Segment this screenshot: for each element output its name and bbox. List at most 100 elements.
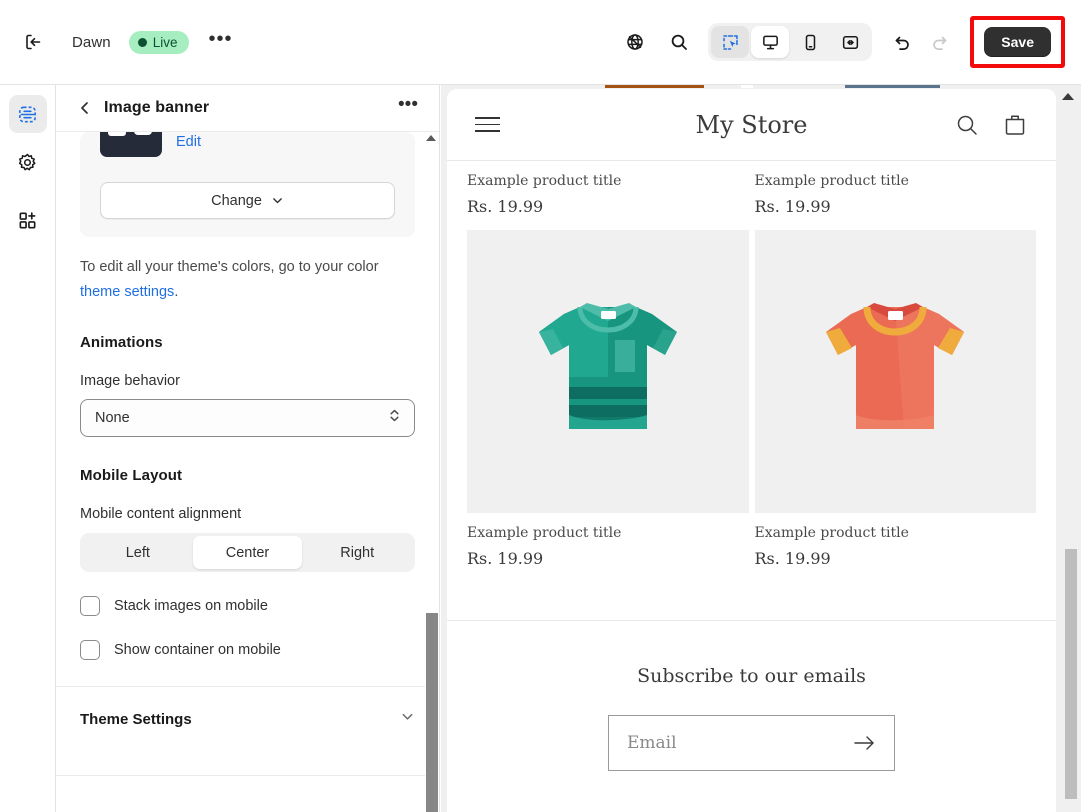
product-card-image[interactable] <box>467 230 749 513</box>
view-tools <box>618 25 696 59</box>
theme-more-button[interactable]: ••• <box>205 26 237 58</box>
product-image-grid <box>447 220 1056 513</box>
product-title: Example product title <box>467 173 622 189</box>
search-icon[interactable] <box>662 25 696 59</box>
alignment-option-center[interactable]: Center <box>192 536 303 570</box>
preview-tab-gap <box>741 85 753 88</box>
panel-content: Edit Change To edit all your theme's col… <box>56 132 439 661</box>
redo-icon <box>922 25 956 59</box>
sidebar-item-theme-settings[interactable] <box>9 143 47 181</box>
newsletter-title: Subscribe to our emails <box>637 665 866 687</box>
top-toolbar: Dawn Live ••• Save <box>0 0 1081 85</box>
show-container-checkbox[interactable] <box>80 640 100 661</box>
panel-more-button[interactable]: ••• <box>393 93 423 123</box>
product-text-row-bottom: Example product title Rs. 19.99 Example … <box>447 513 1056 572</box>
panel-header: Image banner ••• <box>56 85 439 132</box>
storefront-header: My Store <box>447 89 1056 161</box>
color-scheme-row: Edit <box>100 132 395 166</box>
search-icon[interactable] <box>954 112 980 138</box>
panel-scroll-area[interactable]: Edit Change To edit all your theme's col… <box>56 132 439 812</box>
animations-section-title: Animations <box>80 334 163 352</box>
email-field[interactable] <box>627 733 853 753</box>
storefront-frame: My Store Example product title Rs. 19.99… <box>447 89 1056 812</box>
sidebar-item-apps[interactable] <box>9 201 47 239</box>
alignment-option-left[interactable]: Left <box>83 536 193 569</box>
history-controls <box>886 25 956 59</box>
status-badge: Live <box>128 30 189 54</box>
device-preview-group <box>708 23 873 61</box>
stack-images-checkbox[interactable] <box>80 596 100 617</box>
store-preview: My Store Example product title Rs. 19.99… <box>441 85 1081 812</box>
storefront-header-actions <box>954 112 1028 138</box>
helper-text-before: To edit all your theme's colors, go to y… <box>80 259 379 275</box>
show-container-label: Show container on mobile <box>114 642 281 659</box>
chevron-down-icon <box>400 709 415 729</box>
change-color-scheme-button[interactable]: Change <box>100 182 395 219</box>
swatch-pill-primary <box>108 132 126 136</box>
product-title: Example product title <box>754 525 909 541</box>
mobile-icon[interactable] <box>791 26 829 58</box>
undo-icon[interactable] <box>886 25 920 59</box>
theme-settings-link[interactable]: theme settings <box>80 284 174 300</box>
shopping-bag-icon[interactable] <box>1002 112 1028 138</box>
save-button[interactable]: Save <box>984 27 1051 57</box>
swatch-pill-secondary <box>134 132 152 135</box>
exit-icon[interactable] <box>16 25 50 59</box>
sidebar-scrollbar-thumb[interactable] <box>426 613 438 812</box>
product-title: Example product title <box>754 173 909 189</box>
arrow-right-icon[interactable] <box>853 734 876 752</box>
coral-tshirt-icon <box>826 302 965 429</box>
settings-sidebar: Image banner ••• Edit Change To edit all… <box>56 85 440 812</box>
image-behavior-select[interactable]: None <box>80 399 415 438</box>
status-badge-label: Live <box>152 34 178 50</box>
scroll-up-arrow-icon[interactable] <box>1062 93 1074 100</box>
image-behavior-select-wrap: None <box>80 399 415 438</box>
preview-scrollbar-thumb[interactable] <box>1065 549 1077 799</box>
mobile-alignment-segmented: Left Center Right <box>80 533 415 573</box>
product-price: Rs. 19.99 <box>467 197 544 216</box>
product-card-text[interactable]: Example product title Rs. 19.99 <box>755 525 1037 568</box>
sidebar-scrollbar-track[interactable] <box>425 132 439 812</box>
helper-text-after: . <box>174 283 179 300</box>
product-text-row-top: Example product title Rs. 19.99 Example … <box>447 161 1056 220</box>
preview-scrollbar-track[interactable] <box>1061 85 1081 812</box>
product-price: Rs. 19.99 <box>754 549 831 568</box>
sidebar-item-sections[interactable] <box>8 95 47 133</box>
stack-images-checkbox-row[interactable]: Stack images on mobile <box>80 596 415 617</box>
globe-icon[interactable] <box>618 25 652 59</box>
newsletter-form <box>608 715 895 771</box>
mobile-alignment-label: Mobile content alignment <box>80 506 242 523</box>
top-toolbar-right: Save <box>618 16 1081 68</box>
product-card-text[interactable]: Example product title Rs. 19.99 <box>467 525 749 568</box>
theme-settings-accordion[interactable]: Theme Settings <box>56 687 439 749</box>
hamburger-menu-icon[interactable] <box>475 117 500 132</box>
product-title: Example product title <box>467 525 622 541</box>
stack-images-label: Stack images on mobile <box>114 598 268 615</box>
product-price: Rs. 19.99 <box>754 197 831 216</box>
preview-tab-underline-blue <box>845 85 940 88</box>
product-card-text[interactable]: Example product title Rs. 19.99 <box>755 173 1037 216</box>
teal-tshirt-icon <box>538 302 677 429</box>
theme-name: Dawn <box>72 33 111 51</box>
show-container-checkbox-row[interactable]: Show container on mobile <box>80 640 415 661</box>
mobile-layout-section-title: Mobile Layout <box>80 467 183 485</box>
fullwidth-icon[interactable] <box>831 26 869 58</box>
product-card-text[interactable]: Example product title Rs. 19.99 <box>467 173 749 216</box>
product-price: Rs. 19.99 <box>467 549 544 568</box>
color-helper-text: To edit all your theme's colors, go to y… <box>80 255 415 304</box>
product-card-image[interactable] <box>754 230 1036 513</box>
select-tool-icon[interactable] <box>711 26 750 58</box>
edit-color-scheme-link[interactable]: Edit <box>176 134 201 150</box>
preview-tab-underline-orange <box>605 85 704 88</box>
scroll-up-arrow-icon[interactable] <box>426 135 436 141</box>
chevron-left-icon[interactable] <box>74 97 96 119</box>
left-icon-rail <box>0 85 56 812</box>
page-title: Image banner <box>104 99 210 116</box>
alignment-option-right[interactable]: Right <box>302 536 412 569</box>
chevron-down-icon <box>273 198 282 204</box>
status-dot-icon <box>137 37 147 47</box>
image-behavior-label: Image behavior <box>80 373 180 390</box>
desktop-icon[interactable] <box>751 26 790 58</box>
color-scheme-card: Edit Change <box>80 132 415 237</box>
theme-settings-accordion-title: Theme Settings <box>80 710 192 728</box>
